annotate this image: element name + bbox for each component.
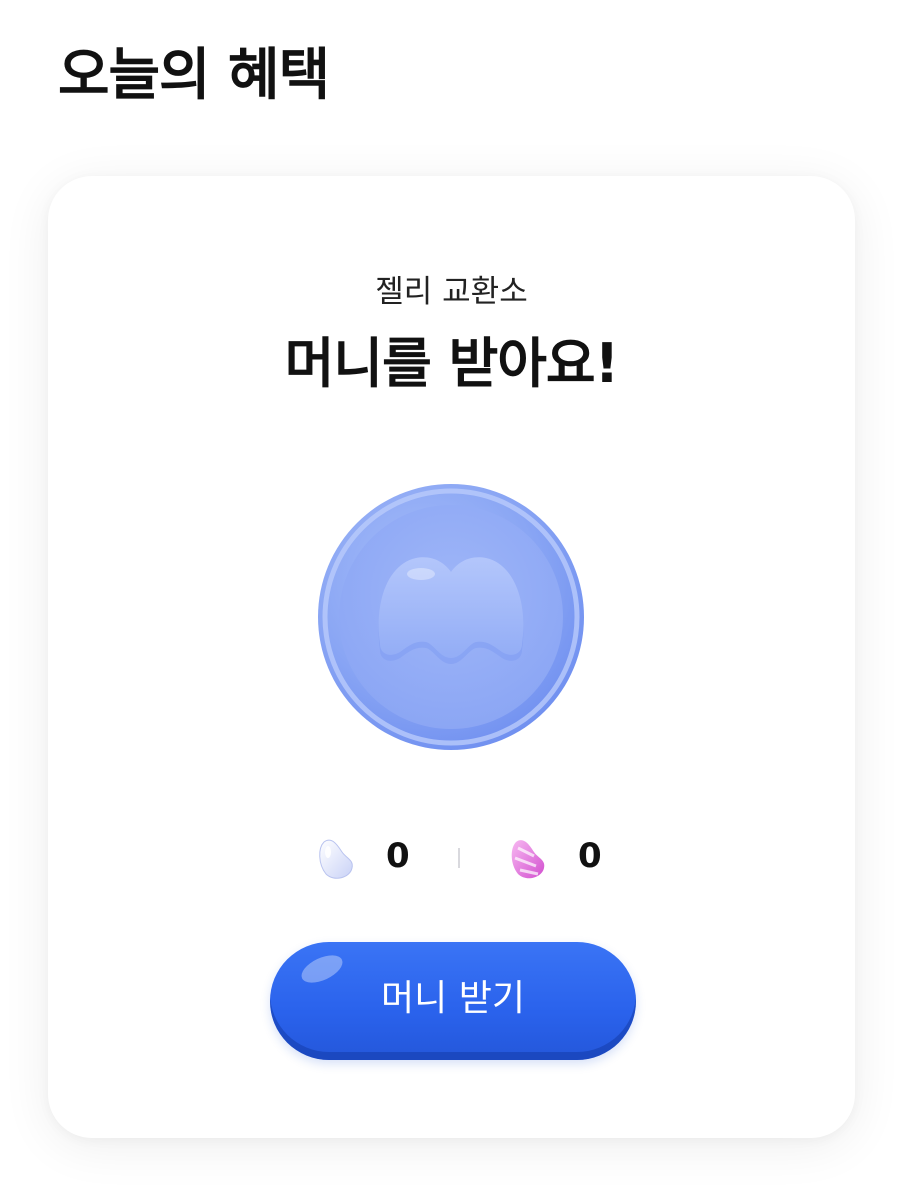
pink-jelly-icon xyxy=(506,834,550,882)
pink-jelly-count: 0 xyxy=(578,836,602,876)
card-subtitle: 젤리 교환소 xyxy=(375,274,528,310)
count-divider xyxy=(458,848,460,868)
white-jelly-count: 0 xyxy=(386,836,410,876)
receive-money-button[interactable]: 머니 받기 xyxy=(270,942,636,1060)
card-headline: 머니를 받아요! xyxy=(284,332,620,395)
page-title: 오늘의 혜택 xyxy=(58,43,330,108)
jelly-exchange-card: 젤리 교환소 머니를 받아요! 0 0 머니 받기 xyxy=(48,176,855,1138)
page: 오늘의 혜택 젤리 교환소 머니를 받아요! 0 0 머니 받기 xyxy=(0,0,900,1200)
receive-money-button-label: 머니 받기 xyxy=(381,978,525,1019)
jelly-counts: 0 0 xyxy=(48,828,855,884)
money-coin-icon xyxy=(316,482,586,752)
white-jelly-icon xyxy=(314,834,358,882)
